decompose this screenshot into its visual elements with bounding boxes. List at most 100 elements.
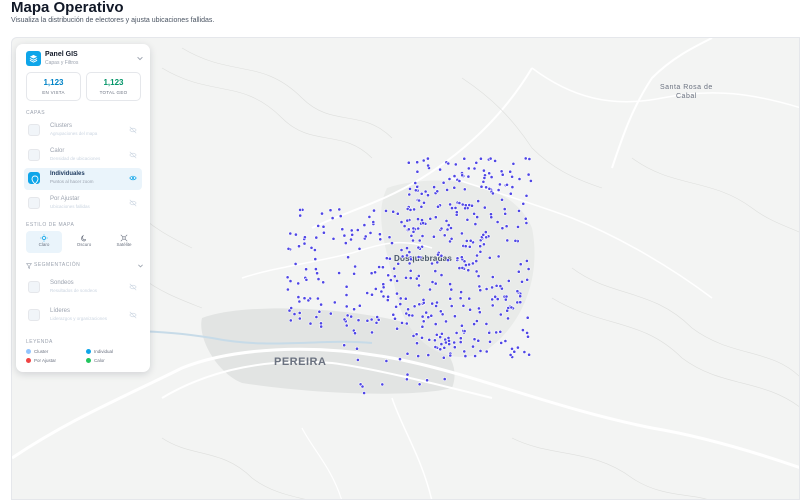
location-marker[interactable] bbox=[409, 233, 414, 238]
location-marker[interactable] bbox=[454, 210, 459, 215]
location-marker[interactable] bbox=[417, 382, 422, 387]
location-marker[interactable] bbox=[508, 352, 513, 357]
eye-icon[interactable] bbox=[129, 174, 137, 182]
location-marker[interactable] bbox=[478, 249, 483, 254]
location-marker[interactable] bbox=[470, 203, 474, 208]
location-marker[interactable] bbox=[447, 342, 452, 347]
location-marker[interactable] bbox=[417, 198, 422, 203]
location-marker[interactable] bbox=[466, 166, 471, 171]
location-marker[interactable] bbox=[328, 311, 333, 316]
location-marker[interactable] bbox=[493, 159, 498, 163]
location-marker[interactable] bbox=[350, 232, 355, 237]
location-marker[interactable] bbox=[421, 300, 426, 305]
location-marker[interactable] bbox=[411, 333, 416, 338]
location-marker[interactable] bbox=[387, 235, 392, 240]
location-marker[interactable] bbox=[285, 275, 290, 280]
location-marker[interactable] bbox=[433, 215, 438, 220]
location-marker[interactable] bbox=[440, 312, 445, 317]
location-marker[interactable] bbox=[467, 262, 472, 267]
location-marker[interactable] bbox=[445, 187, 450, 192]
location-marker[interactable] bbox=[448, 353, 453, 358]
location-marker[interactable] bbox=[344, 304, 349, 309]
location-marker[interactable] bbox=[405, 372, 410, 377]
location-marker[interactable] bbox=[402, 224, 407, 229]
location-marker[interactable] bbox=[344, 284, 349, 289]
location-marker[interactable] bbox=[302, 296, 307, 301]
location-marker[interactable] bbox=[487, 171, 492, 176]
location-marker[interactable] bbox=[396, 261, 401, 266]
chevron-down-icon[interactable] bbox=[136, 54, 144, 62]
location-marker[interactable] bbox=[503, 339, 508, 343]
location-marker[interactable] bbox=[462, 187, 467, 192]
location-marker[interactable] bbox=[439, 331, 444, 336]
location-marker[interactable] bbox=[394, 304, 399, 309]
location-marker[interactable] bbox=[428, 216, 433, 221]
location-marker[interactable] bbox=[421, 158, 426, 163]
location-marker[interactable] bbox=[420, 314, 425, 319]
location-marker[interactable] bbox=[457, 179, 462, 183]
location-marker[interactable] bbox=[488, 339, 492, 344]
location-marker[interactable] bbox=[298, 213, 303, 218]
location-marker[interactable] bbox=[490, 285, 495, 290]
location-marker[interactable] bbox=[407, 261, 412, 266]
location-marker[interactable] bbox=[449, 287, 454, 292]
location-marker[interactable] bbox=[296, 281, 301, 286]
location-marker[interactable] bbox=[413, 181, 418, 185]
location-marker[interactable] bbox=[433, 345, 438, 349]
location-marker[interactable] bbox=[405, 253, 409, 258]
location-marker[interactable] bbox=[444, 319, 448, 324]
location-marker[interactable] bbox=[337, 207, 342, 212]
location-marker[interactable] bbox=[312, 248, 317, 252]
location-marker[interactable] bbox=[391, 209, 396, 214]
location-marker[interactable] bbox=[367, 214, 372, 219]
location-marker[interactable] bbox=[408, 276, 413, 281]
location-marker[interactable] bbox=[460, 202, 465, 207]
location-marker[interactable] bbox=[453, 162, 458, 167]
location-marker[interactable] bbox=[412, 207, 417, 212]
location-marker[interactable] bbox=[370, 292, 374, 297]
location-marker[interactable] bbox=[505, 182, 509, 187]
location-marker[interactable] bbox=[285, 287, 290, 292]
location-marker[interactable] bbox=[380, 265, 385, 270]
location-marker[interactable] bbox=[520, 279, 524, 284]
location-marker[interactable] bbox=[391, 312, 396, 317]
location-marker[interactable] bbox=[297, 310, 302, 315]
location-marker[interactable] bbox=[288, 318, 293, 323]
location-marker[interactable] bbox=[518, 262, 523, 267]
location-marker[interactable] bbox=[448, 282, 453, 287]
location-marker[interactable] bbox=[482, 205, 487, 210]
location-marker[interactable] bbox=[315, 296, 320, 301]
location-marker[interactable] bbox=[393, 316, 397, 321]
location-marker[interactable] bbox=[288, 231, 293, 236]
location-marker[interactable] bbox=[416, 354, 421, 359]
location-marker[interactable] bbox=[433, 322, 438, 327]
location-marker[interactable] bbox=[458, 336, 463, 341]
location-marker[interactable] bbox=[476, 274, 481, 279]
location-marker[interactable] bbox=[416, 226, 421, 231]
location-marker[interactable] bbox=[504, 294, 509, 299]
segment-lideres[interactable]: Líderes Liderazgos y organizaciones bbox=[24, 305, 142, 327]
location-marker[interactable] bbox=[405, 351, 410, 356]
location-marker[interactable] bbox=[375, 315, 380, 319]
location-marker[interactable] bbox=[505, 308, 510, 313]
location-marker[interactable] bbox=[384, 208, 388, 213]
location-marker[interactable] bbox=[304, 267, 309, 272]
location-marker[interactable] bbox=[346, 255, 351, 260]
location-marker[interactable] bbox=[447, 177, 452, 181]
location-marker[interactable] bbox=[518, 294, 523, 299]
location-marker[interactable] bbox=[459, 290, 464, 295]
location-marker[interactable] bbox=[330, 216, 335, 221]
location-marker[interactable] bbox=[432, 338, 437, 343]
location-marker[interactable] bbox=[466, 174, 471, 179]
location-marker[interactable] bbox=[415, 169, 420, 174]
location-marker[interactable] bbox=[360, 384, 365, 389]
location-marker[interactable] bbox=[352, 271, 357, 276]
location-marker[interactable] bbox=[374, 320, 379, 325]
location-marker[interactable] bbox=[435, 260, 440, 265]
location-marker[interactable] bbox=[438, 167, 443, 172]
location-marker[interactable] bbox=[506, 278, 511, 283]
location-marker[interactable] bbox=[314, 315, 319, 319]
location-marker[interactable] bbox=[526, 334, 530, 339]
location-marker[interactable] bbox=[439, 253, 444, 258]
location-marker[interactable] bbox=[496, 254, 501, 259]
